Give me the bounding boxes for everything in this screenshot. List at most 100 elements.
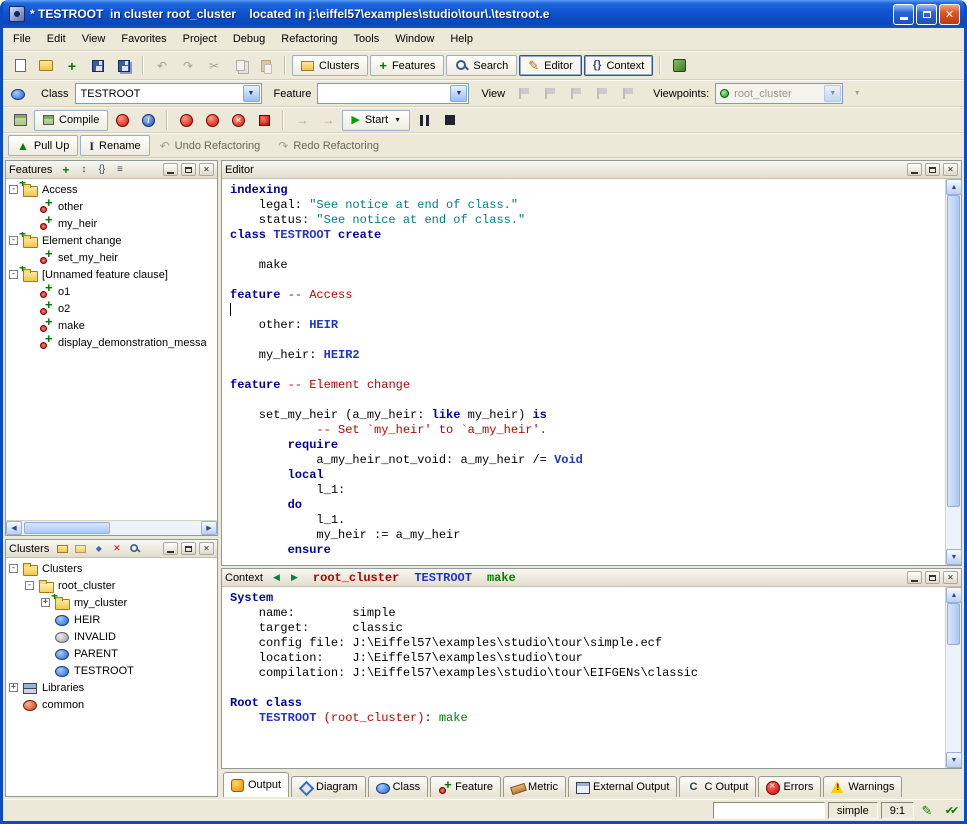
features-close-button[interactable]: ✕ (199, 163, 214, 176)
editor-close-button[interactable]: ✕ (943, 163, 958, 176)
stop-button[interactable] (438, 109, 462, 131)
step-into-button[interactable]: → (316, 109, 340, 131)
feature-tree-item[interactable]: -+Access (6, 181, 217, 198)
feature-tree-item[interactable]: make (6, 317, 217, 334)
tab-c-output[interactable]: C Output (679, 776, 756, 797)
breadcrumb-item[interactable]: make (487, 571, 516, 585)
save-button[interactable] (86, 55, 110, 77)
signature-icon[interactable]: {} (94, 163, 109, 177)
feature-combobox[interactable]: ▼ (317, 83, 469, 104)
undo-button[interactable]: ↶ (150, 55, 174, 77)
context-panel-titlebar[interactable]: Context ◀ ▶ root_clusterTESTROOTmake ✕ (222, 569, 961, 587)
cluster-tree-item[interactable]: INVALID (6, 628, 217, 645)
scroll-thumb[interactable] (947, 195, 960, 507)
tab-feature[interactable]: Feature (430, 776, 501, 797)
restore-button[interactable] (916, 4, 937, 25)
title-bar[interactable]: * TESTROOT in cluster root_cluster locat… (3, 0, 964, 28)
history-back-button[interactable]: ◀ (269, 571, 284, 585)
scroll-down-arrow[interactable]: ▼ (946, 752, 962, 768)
redo-button[interactable]: ↷ (176, 55, 200, 77)
menu-item-tools[interactable]: Tools (346, 30, 388, 48)
scroll-track[interactable] (22, 521, 201, 535)
step-over-button[interactable]: → (290, 109, 314, 131)
features-tool-button[interactable]: + Features (370, 55, 444, 76)
viewpoints-combobox-arrow[interactable]: ▼ (824, 85, 841, 102)
scroll-thumb[interactable] (947, 603, 960, 645)
editor-maximize-button[interactable] (925, 163, 940, 176)
cluster-tree-item[interactable]: TESTROOT (6, 662, 217, 679)
enable-breakpoints-button[interactable] (174, 109, 198, 131)
feature-tree-item[interactable]: my_heir (6, 215, 217, 232)
feature-tree-item[interactable]: other (6, 198, 217, 215)
viewpoints-extra-button[interactable]: ▼ (845, 83, 869, 105)
project-info-button[interactable]: i (136, 109, 160, 131)
sort-features-icon[interactable]: ↕ (76, 163, 91, 177)
tab-errors[interactable]: Errors (758, 776, 821, 797)
feature-tree-item[interactable]: o1 (6, 283, 217, 300)
feature-tree-item[interactable]: o2 (6, 300, 217, 317)
tab-output[interactable]: Output (223, 772, 289, 797)
editor-minimize-button[interactable] (907, 163, 922, 176)
class-combobox-arrow[interactable]: ▼ (243, 85, 260, 102)
clusters-minimize-button[interactable] (163, 542, 178, 555)
feature-tree-item[interactable]: -+Element change (6, 232, 217, 249)
new-window-button[interactable] (8, 55, 32, 77)
disable-breakpoints-button[interactable] (200, 109, 224, 131)
editor-vertical-scrollbar[interactable]: ▲ ▼ (945, 179, 961, 565)
cut-button[interactable]: ✂ (202, 55, 226, 77)
add-cluster-icon[interactable] (55, 542, 70, 556)
scroll-track[interactable] (946, 195, 961, 549)
start-dropdown-icon[interactable]: ▼ (394, 117, 401, 124)
feature-combobox-arrow[interactable]: ▼ (450, 85, 467, 102)
menu-item-file[interactable]: File (5, 30, 39, 48)
status-input-field[interactable] (713, 802, 825, 819)
clusters-tool-button[interactable]: Clusters (292, 55, 368, 76)
menu-item-window[interactable]: Window (387, 30, 442, 48)
menu-item-view[interactable]: View (74, 30, 114, 48)
context-close-button[interactable]: ✕ (943, 571, 958, 584)
features-panel-titlebar[interactable]: Features + ↕ {} ≡ ✕ (6, 161, 217, 179)
tab-external-output[interactable]: External Output (568, 776, 677, 797)
scroll-up-arrow[interactable]: ▲ (946, 587, 962, 603)
menu-item-favorites[interactable]: Favorites (113, 30, 174, 48)
open-file-button[interactable] (34, 55, 58, 77)
tab-warnings[interactable]: Warnings (823, 776, 902, 797)
new-feature-icon[interactable]: + (58, 163, 73, 177)
viewpoints-combobox[interactable]: root_cluster ▼ (715, 83, 843, 104)
paste-button[interactable] (254, 55, 278, 77)
tree-expander[interactable]: - (9, 185, 18, 194)
tree-expander[interactable]: - (9, 236, 18, 245)
view-clickable-button[interactable] (537, 83, 561, 105)
flat-list-icon[interactable]: ≡ (112, 163, 127, 177)
view-flat-button[interactable] (563, 83, 587, 105)
pause-button[interactable] (412, 109, 436, 131)
context-tool-button[interactable]: {} Context (584, 55, 653, 76)
menu-item-debug[interactable]: Debug (225, 30, 273, 48)
pull-up-button[interactable]: ▲ Pull Up (8, 135, 78, 156)
features-minimize-button[interactable] (163, 163, 178, 176)
view-contract-button[interactable] (589, 83, 613, 105)
cluster-tree-item[interactable]: ++my_cluster (6, 594, 217, 611)
feature-tree-item[interactable]: display_demonstration_messa (6, 334, 217, 351)
scroll-right-arrow[interactable]: ▶ (201, 521, 217, 535)
tab-metric[interactable]: Metric (503, 776, 566, 797)
view-interface-button[interactable] (615, 83, 639, 105)
class-tool-button[interactable] (8, 83, 32, 105)
clusters-close-button[interactable]: ✕ (199, 542, 214, 555)
freeze-button[interactable] (110, 109, 134, 131)
add-library-icon[interactable] (73, 542, 88, 556)
breadcrumb-item[interactable]: root_cluster (313, 571, 399, 585)
editor-tool-button[interactable]: ✎ Editor (519, 55, 582, 76)
menu-item-refactoring[interactable]: Refactoring (273, 30, 345, 48)
class-combobox-value[interactable]: TESTROOT (76, 88, 242, 100)
tab-diagram[interactable]: Diagram (291, 776, 366, 797)
scroll-thumb[interactable] (24, 522, 110, 534)
cluster-tree-item[interactable]: +Libraries (6, 679, 217, 696)
search-cluster-icon[interactable] (127, 542, 142, 556)
menu-item-help[interactable]: Help (442, 30, 481, 48)
copy-button[interactable] (228, 55, 252, 77)
editor-code[interactable]: indexing legal: "See notice at end of cl… (222, 179, 945, 565)
cluster-tree-item[interactable]: common (6, 696, 217, 713)
scroll-up-arrow[interactable]: ▲ (946, 179, 962, 195)
melt-button[interactable] (8, 109, 32, 131)
